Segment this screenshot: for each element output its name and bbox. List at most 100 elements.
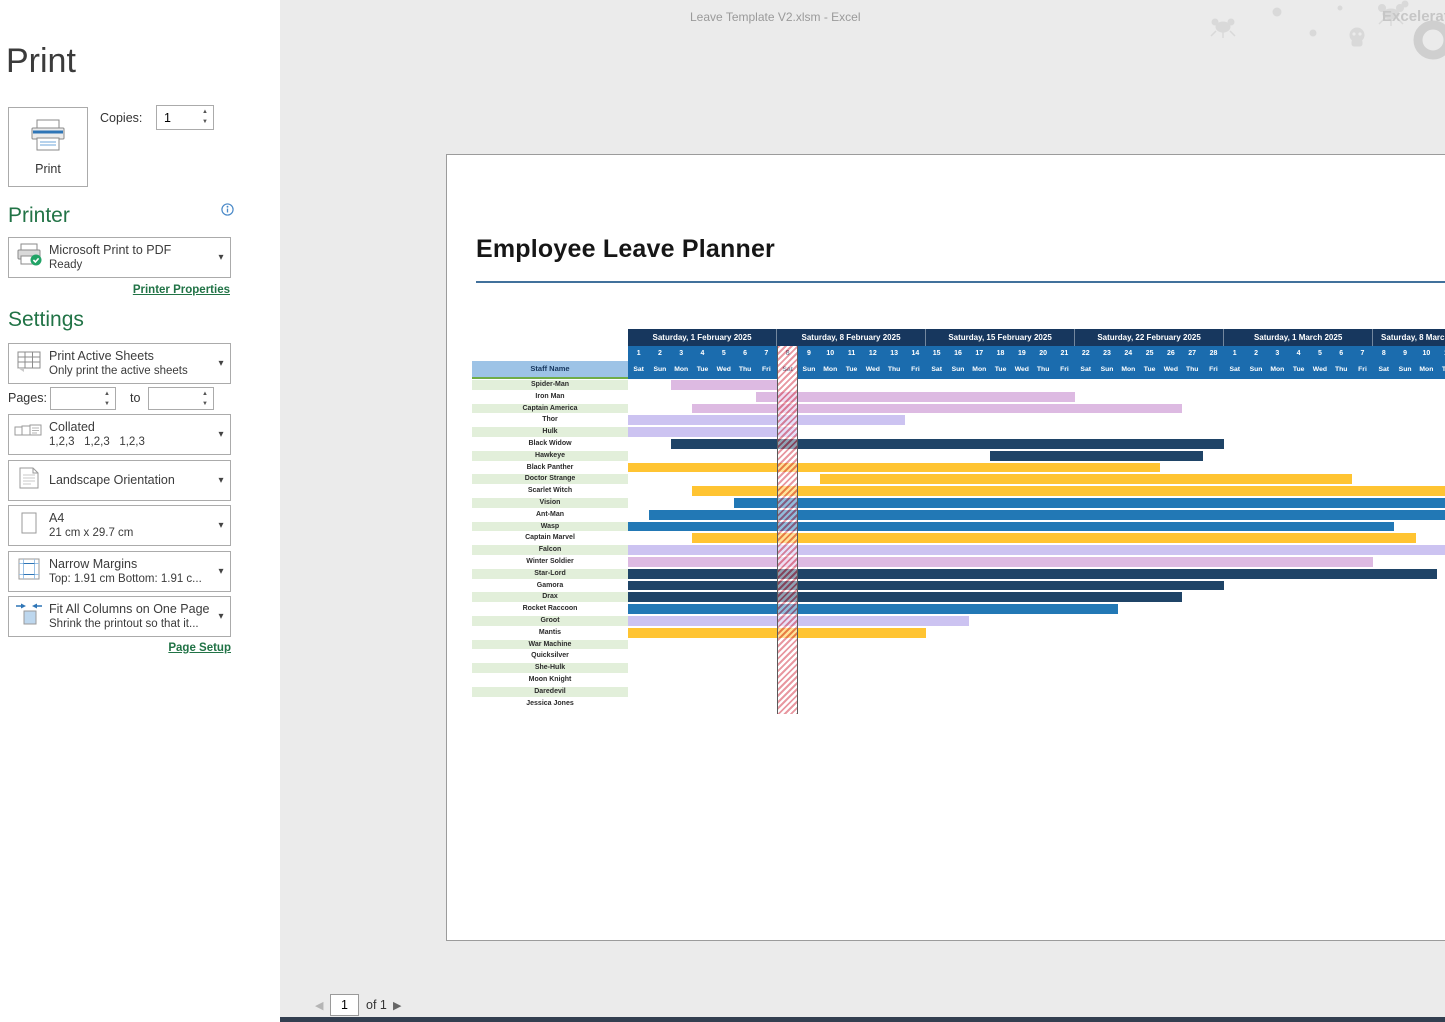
pages-to-spinner[interactable]: ▲ ▼ [199, 389, 211, 410]
setting-subtitle: 21 cm x 29.7 cm [49, 526, 212, 540]
spinner-down-icon[interactable]: ▼ [199, 399, 211, 409]
gantt-day-number: 7 [756, 346, 777, 361]
print-preview-region: Leave Template V2.xlsm - Excel Excelerat… [280, 0, 1445, 1022]
gantt-day-name: Mon [1416, 361, 1437, 379]
setting-title: Fit All Columns on One Page [49, 602, 212, 617]
setting-dropdown-print-active-sheets[interactable]: Print Active SheetsOnly print the active… [8, 343, 231, 384]
gantt-row-label: Hawkeye [472, 450, 628, 462]
gantt-leave-bar [628, 569, 1437, 579]
chevron-down-icon: ▾ [212, 475, 230, 486]
gantt-leave-bar [628, 463, 1160, 473]
gantt-day-number: 2 [649, 346, 670, 361]
gantt-leave-bar [990, 451, 1203, 461]
gantt-day-number: 21 [1054, 346, 1075, 361]
gantt-day-name: Fri [1203, 361, 1224, 379]
gantt-row-label: She-Hulk [472, 662, 628, 674]
gantt-week-header: Saturday, 15 February 2025 [926, 329, 1075, 346]
pages-from-stepper[interactable]: ▲ ▼ [50, 387, 116, 410]
gantt-day-number: 7 [1352, 346, 1373, 361]
pages-to-input[interactable] [150, 389, 200, 408]
gantt-day-name: Sun [947, 361, 968, 379]
gantt-day-number: 19 [1011, 346, 1032, 361]
gantt-day-number: 28 [1203, 346, 1224, 361]
gantt-row-label: Spider-Man [472, 379, 628, 391]
gantt-day-name: Sat [926, 361, 947, 379]
gantt-day-number: 3 [671, 346, 692, 361]
setting-dropdown-fit-all-columns-on-one-page[interactable]: Fit All Columns on One PageShrink the pr… [8, 596, 231, 637]
gantt-row-label: Jessica Jones [472, 698, 628, 710]
gantt-day-name: Mon [1267, 361, 1288, 379]
gantt-day-number: 6 [1331, 346, 1352, 361]
gantt-day-name: Thu [1331, 361, 1352, 379]
setting-dropdown-narrow-margins[interactable]: Narrow MarginsTop: 1.91 cm Bottom: 1.91 … [8, 551, 231, 592]
gantt-week-header: Saturday, 22 February 2025 [1075, 329, 1224, 346]
chevron-down-icon: ▾ [212, 520, 230, 531]
pages-label: Pages: [8, 391, 47, 405]
setting-dropdown-collated[interactable]: Collated1,2,3 1,2,3 1,2,3▾ [8, 414, 231, 455]
preview-horizontal-scrollbar[interactable] [280, 1017, 1445, 1022]
gantt-day-number: 26 [1160, 346, 1181, 361]
watermark-brand-text: Excelerate [1382, 8, 1445, 25]
gantt-week-header: Saturday, 1 March 2025 [1224, 329, 1373, 346]
gantt-day-name: Wed [713, 361, 734, 379]
spinner-down-icon[interactable]: ▼ [101, 399, 113, 409]
gantt-day-number: 12 [862, 346, 883, 361]
gantt-day-number: 24 [1118, 346, 1139, 361]
gantt-day-name: Tue [990, 361, 1011, 379]
gantt-day-name: Fri [905, 361, 926, 379]
gantt-day-name: Wed [862, 361, 883, 379]
gantt-day-name: Tue [692, 361, 713, 379]
pages-from-input[interactable] [52, 389, 102, 408]
gantt-day-name: Thu [1033, 361, 1054, 379]
gantt-day-number: 10 [820, 346, 841, 361]
gantt-day-number: 16 [947, 346, 968, 361]
gantt-day-name: Mon [820, 361, 841, 379]
gantt-leave-bar [628, 427, 798, 437]
printer-selector-dropdown[interactable]: Microsoft Print to PDF Ready ▾ [8, 237, 231, 278]
spinner-up-icon[interactable]: ▲ [199, 107, 211, 117]
sheets-icon [9, 349, 49, 378]
previous-page-arrow[interactable]: ◀ [315, 999, 323, 1012]
page-setup-link[interactable]: Page Setup [8, 642, 231, 654]
gantt-day-name: Tue [841, 361, 862, 379]
setting-title: Landscape Orientation [49, 473, 212, 488]
info-icon[interactable] [221, 203, 234, 216]
chevron-down-icon: ▾ [212, 358, 230, 369]
printer-icon [28, 118, 68, 154]
print-button[interactable]: Print [8, 107, 88, 187]
gantt-day-number: 1 [1224, 346, 1245, 361]
gantt-day-number: 11 [841, 346, 862, 361]
gantt-day-number: 22 [1075, 346, 1096, 361]
gantt-day-name: Thu [1182, 361, 1203, 379]
gantt-row-label: Moon Knight [472, 674, 628, 686]
next-page-arrow[interactable]: ▶ [393, 999, 401, 1012]
gantt-row-label: Drax [472, 591, 628, 603]
spinner-down-icon[interactable]: ▼ [199, 117, 211, 127]
gantt-row-label: Iron Man [472, 391, 628, 403]
gantt-day-number: 15 [926, 346, 947, 361]
copies-stepper[interactable]: ▲ ▼ [156, 105, 214, 130]
pages-to-stepper[interactable]: ▲ ▼ [148, 387, 214, 410]
copies-input[interactable] [158, 107, 200, 128]
gantt-day-number: 1 [628, 346, 649, 361]
gantt-day-name: Sun [1096, 361, 1117, 379]
gantt-week-header: Saturday, 1 February 2025 [628, 329, 777, 346]
gantt-leave-bar [628, 604, 1118, 614]
spinner-up-icon[interactable]: ▲ [101, 389, 113, 399]
gantt-day-name: Sun [1394, 361, 1415, 379]
setting-dropdown-a4[interactable]: A421 cm x 29.7 cm▾ [8, 505, 231, 546]
spinner-up-icon[interactable]: ▲ [199, 389, 211, 399]
printer-properties-link[interactable]: Printer Properties [8, 284, 230, 296]
current-page-box[interactable] [330, 994, 359, 1016]
current-page-input[interactable] [331, 995, 358, 1015]
pages-from-spinner[interactable]: ▲ ▼ [101, 389, 113, 410]
gantt-day-name: Fri [756, 361, 777, 379]
copies-label: Copies: [100, 111, 142, 125]
copies-spinner[interactable]: ▲ ▼ [199, 107, 211, 128]
setting-dropdown-landscape-orientation[interactable]: Landscape Orientation▾ [8, 460, 231, 501]
gantt-day-name: Fri [1054, 361, 1075, 379]
chevron-down-icon: ▾ [212, 429, 230, 440]
pages-range-row: Pages: ▲ ▼ to ▲ ▼ [8, 387, 231, 410]
gantt-leave-bar [628, 415, 905, 425]
gantt-leave-bar [756, 392, 1075, 402]
